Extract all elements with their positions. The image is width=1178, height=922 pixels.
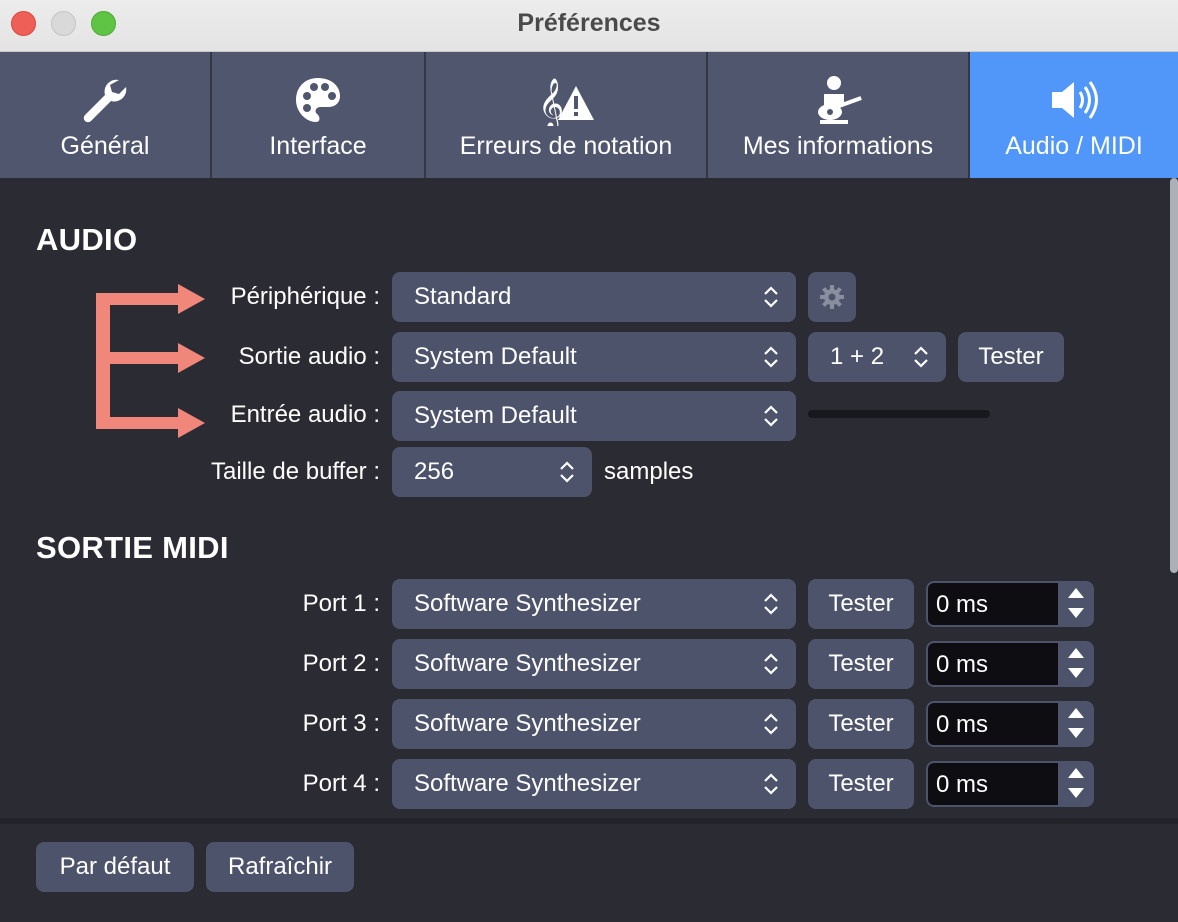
midi-port-4-select[interactable]: Software Synthesizer — [392, 759, 796, 809]
output-channels-value: 1 + 2 — [830, 343, 885, 370]
tab-general[interactable]: Général — [0, 52, 212, 178]
stepper-up-icon[interactable] — [1066, 645, 1086, 661]
midi-port-value: Software Synthesizer — [414, 650, 641, 677]
device-value: Standard — [414, 283, 512, 310]
midi-port-label: Port 1 : — [302, 590, 380, 617]
port-3-delay-stepper: 0 ms — [926, 701, 1094, 747]
gear-icon — [820, 285, 844, 309]
palette-icon — [296, 78, 340, 122]
midi-port-value: Software Synthesizer — [414, 770, 641, 797]
chevron-updown-icon — [764, 653, 778, 675]
speaker-icon — [1052, 81, 1098, 119]
restore-defaults-button[interactable]: Par défaut — [36, 842, 194, 892]
preferences-tabs: Général Interface 𝄞 Erreurs de notation … — [0, 52, 1178, 178]
buffer-unit-label: samples — [604, 458, 694, 485]
tab-label: Audio / MIDI — [1005, 132, 1143, 160]
chevron-updown-icon — [764, 773, 778, 795]
chevron-updown-icon — [764, 405, 778, 427]
tab-my-info[interactable]: Mes informations — [708, 52, 970, 178]
footer-separator — [0, 818, 1178, 824]
midi-port-value: Software Synthesizer — [414, 590, 641, 617]
midi-section-title: SORTIE MIDI — [36, 530, 229, 565]
stepper-up-icon[interactable] — [1066, 705, 1086, 721]
tab-label: Général — [60, 132, 150, 160]
midi-port-3-select[interactable]: Software Synthesizer — [392, 699, 796, 749]
test-port-3-button[interactable]: Tester — [808, 699, 914, 749]
chevron-updown-icon — [764, 346, 778, 368]
guitar-player-icon — [818, 76, 862, 124]
test-port-1-button[interactable]: Tester — [808, 579, 914, 629]
port-4-delay-stepper: 0 ms — [926, 761, 1094, 807]
tab-label: Mes informations — [742, 132, 934, 160]
device-settings-button[interactable] — [808, 272, 856, 322]
device-select[interactable]: Standard — [392, 272, 796, 322]
test-port-4-button[interactable]: Tester — [808, 759, 914, 809]
midi-port-2-select[interactable]: Software Synthesizer — [392, 639, 796, 689]
input-level-meter — [808, 410, 990, 418]
audio-section-title: AUDIO — [36, 222, 138, 257]
audio-input-select[interactable]: System Default — [392, 391, 796, 441]
midi-port-1-select[interactable]: Software Synthesizer — [392, 579, 796, 629]
port-3-delay-input[interactable]: 0 ms — [928, 703, 1058, 745]
tab-audio-midi[interactable]: Audio / MIDI — [970, 52, 1178, 178]
audio-input-value: System Default — [414, 402, 577, 429]
output-channels-select[interactable]: 1 + 2 — [808, 332, 946, 382]
audio-output-select[interactable]: System Default — [392, 332, 796, 382]
stepper-down-icon[interactable] — [1066, 605, 1086, 621]
midi-port-label: Port 3 : — [302, 710, 380, 737]
buffer-size-label: Taille de buffer : — [211, 458, 380, 485]
device-label: Périphérique : — [230, 283, 380, 310]
preferences-content: AUDIO Périphérique : Standard Sortie aud… — [0, 178, 1178, 922]
stepper-up-icon[interactable] — [1066, 585, 1086, 601]
port-2-delay-input[interactable]: 0 ms — [928, 643, 1058, 685]
port-1-delay-stepper: 0 ms — [926, 581, 1094, 627]
window-title: Préférences — [517, 9, 661, 37]
port-1-delay-input[interactable]: 0 ms — [928, 583, 1058, 625]
tab-label: Erreurs de notation — [459, 132, 673, 160]
port-2-delay-stepper: 0 ms — [926, 641, 1094, 687]
chevron-updown-icon — [914, 346, 928, 368]
stepper-down-icon[interactable] — [1066, 725, 1086, 741]
title-bar: Préférences — [0, 0, 1178, 52]
test-port-2-button[interactable]: Tester — [808, 639, 914, 689]
port-4-delay-input[interactable]: 0 ms — [928, 763, 1058, 805]
midi-port-label: Port 2 : — [302, 650, 380, 677]
stepper-down-icon[interactable] — [1066, 785, 1086, 801]
chevron-updown-icon — [764, 286, 778, 308]
vertical-scrollbar[interactable] — [1170, 178, 1178, 573]
wrench-icon — [83, 79, 127, 123]
clef-warning-icon: 𝄞 — [538, 78, 594, 126]
audio-input-label: Entrée audio : — [230, 401, 380, 428]
midi-port-label: Port 4 : — [302, 770, 380, 797]
test-output-button[interactable]: Tester — [958, 332, 1064, 382]
midi-port-value: Software Synthesizer — [414, 710, 641, 737]
chevron-updown-icon — [764, 593, 778, 615]
tab-label: Interface — [269, 132, 367, 160]
buffer-size-value: 256 — [414, 458, 455, 485]
refresh-button[interactable]: Rafraîchir — [206, 842, 354, 892]
annotation-arrows — [96, 284, 205, 438]
stepper-up-icon[interactable] — [1066, 765, 1086, 781]
tab-interface[interactable]: Interface — [212, 52, 426, 178]
chevron-updown-icon — [560, 461, 574, 483]
buffer-size-select[interactable]: 256 — [392, 447, 592, 497]
tab-notation-errors[interactable]: 𝄞 Erreurs de notation — [426, 52, 708, 178]
chevron-updown-icon — [764, 713, 778, 735]
audio-output-value: System Default — [414, 343, 577, 370]
audio-output-label: Sortie audio : — [238, 343, 380, 370]
stepper-down-icon[interactable] — [1066, 665, 1086, 681]
